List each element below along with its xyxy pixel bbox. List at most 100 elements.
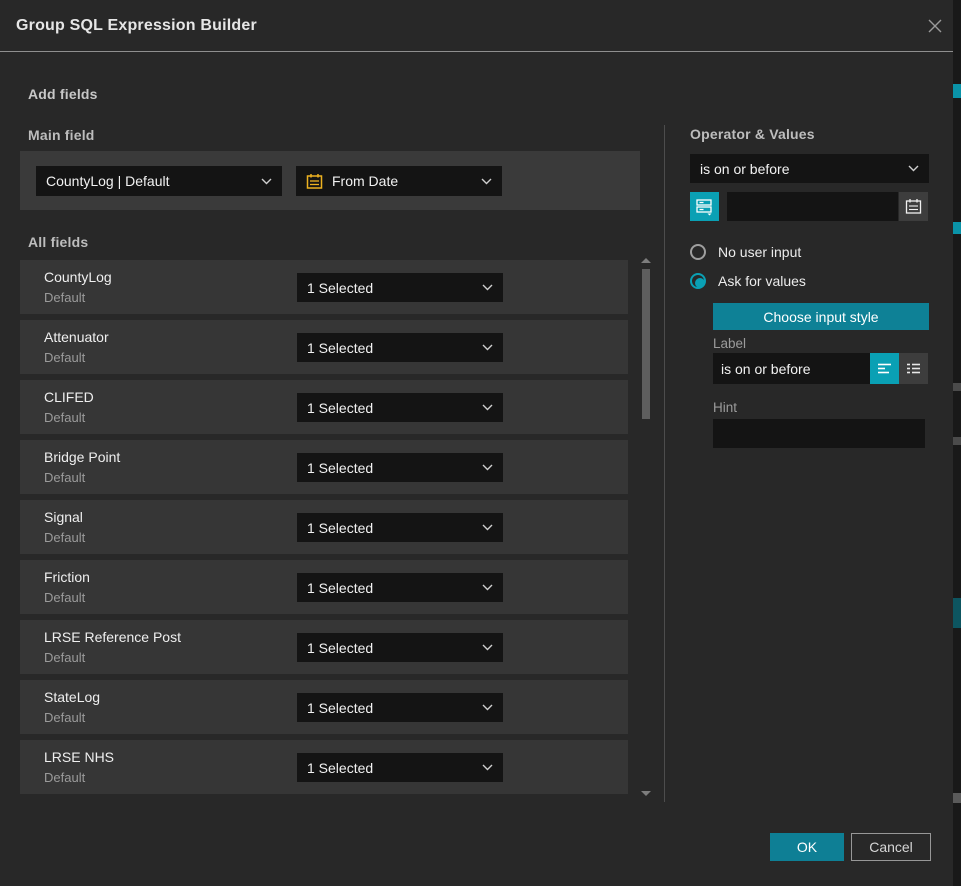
group-sql-expression-builder-dialog: Group SQL Expression Builder Add fields … bbox=[0, 0, 953, 886]
align-left-icon bbox=[876, 361, 893, 376]
field-selection-dropdown[interactable]: 1 Selected bbox=[297, 693, 503, 722]
radio-no-user-input[interactable]: No user input bbox=[690, 244, 801, 260]
calendar-icon bbox=[306, 173, 323, 190]
scrollbar-thumb[interactable] bbox=[642, 269, 650, 419]
label-caption: Label bbox=[713, 336, 746, 351]
label-input[interactable] bbox=[713, 353, 870, 384]
unique-values-button[interactable] bbox=[690, 192, 719, 221]
field-subtitle: Default bbox=[44, 650, 85, 665]
field-subtitle: Default bbox=[44, 710, 85, 725]
operator-select[interactable]: is on or before bbox=[690, 154, 929, 183]
field-selection-value: 1 Selected bbox=[307, 520, 476, 536]
scrollbar-down-arrow[interactable] bbox=[641, 791, 651, 796]
field-selection-dropdown[interactable]: 1 Selected bbox=[297, 513, 503, 542]
chevron-down-icon bbox=[482, 344, 493, 351]
field-selection-value: 1 Selected bbox=[307, 700, 476, 716]
chevron-down-icon bbox=[261, 178, 272, 185]
field-subtitle: Default bbox=[44, 290, 85, 305]
background-fragment bbox=[953, 598, 961, 628]
close-button[interactable] bbox=[924, 15, 946, 37]
radio-label: Ask for values bbox=[718, 273, 806, 289]
field-row[interactable]: Attenuator Default 1 Selected bbox=[20, 320, 628, 374]
hint-caption: Hint bbox=[713, 400, 737, 415]
field-row[interactable]: LRSE NHS Default 1 Selected bbox=[20, 740, 628, 794]
chevron-down-icon bbox=[482, 464, 493, 471]
field-selection-dropdown[interactable]: 1 Selected bbox=[297, 333, 503, 362]
cancel-button[interactable]: Cancel bbox=[851, 833, 931, 861]
scrollbar-up-arrow[interactable] bbox=[641, 258, 651, 263]
field-selection-dropdown[interactable]: 1 Selected bbox=[297, 753, 503, 782]
field-row[interactable]: Bridge Point Default 1 Selected bbox=[20, 440, 628, 494]
field-selection-value: 1 Selected bbox=[307, 640, 476, 656]
field-name: StateLog bbox=[44, 689, 100, 705]
operator-values-heading: Operator & Values bbox=[690, 126, 815, 142]
main-field-date-value: From Date bbox=[332, 173, 475, 189]
chevron-down-icon bbox=[482, 644, 493, 651]
radio-label: No user input bbox=[718, 244, 801, 260]
field-name: CLIFED bbox=[44, 389, 94, 405]
chevron-down-icon bbox=[908, 165, 919, 172]
main-field-source-value: CountyLog | Default bbox=[46, 173, 255, 189]
main-field-source-select[interactable]: CountyLog | Default bbox=[36, 166, 282, 196]
field-subtitle: Default bbox=[44, 770, 85, 785]
field-row[interactable]: CLIFED Default 1 Selected bbox=[20, 380, 628, 434]
date-value-input[interactable] bbox=[727, 192, 898, 221]
radio-ask-for-values[interactable]: Ask for values bbox=[690, 273, 806, 289]
main-field-date-select[interactable]: From Date bbox=[296, 166, 502, 196]
radio-selected-icon bbox=[690, 273, 706, 289]
operator-value: is on or before bbox=[700, 161, 902, 177]
single-line-style-button[interactable] bbox=[870, 353, 899, 384]
field-selection-dropdown[interactable]: 1 Selected bbox=[297, 453, 503, 482]
choose-input-style-button[interactable]: Choose input style bbox=[713, 303, 929, 330]
field-selection-dropdown[interactable]: 1 Selected bbox=[297, 573, 503, 602]
field-selection-dropdown[interactable]: 1 Selected bbox=[297, 273, 503, 302]
field-selection-value: 1 Selected bbox=[307, 280, 476, 296]
field-subtitle: Default bbox=[44, 530, 85, 545]
close-icon bbox=[926, 17, 944, 35]
all-fields-heading: All fields bbox=[28, 234, 88, 250]
background-app-edge bbox=[953, 0, 961, 886]
field-name: Bridge Point bbox=[44, 449, 120, 465]
chevron-down-icon bbox=[482, 524, 493, 531]
background-fragment bbox=[953, 437, 961, 445]
background-fragment bbox=[953, 383, 961, 391]
dialog-title: Group SQL Expression Builder bbox=[16, 0, 257, 52]
chevron-down-icon bbox=[481, 178, 492, 185]
chevron-down-icon bbox=[482, 704, 493, 711]
field-selection-value: 1 Selected bbox=[307, 400, 476, 416]
field-row[interactable]: LRSE Reference Post Default 1 Selected bbox=[20, 620, 628, 674]
field-selection-dropdown[interactable]: 1 Selected bbox=[297, 633, 503, 662]
date-picker-button[interactable] bbox=[899, 192, 928, 221]
field-subtitle: Default bbox=[44, 470, 85, 485]
list-style-button[interactable] bbox=[899, 353, 928, 384]
stacked-values-icon bbox=[695, 197, 714, 216]
field-selection-dropdown[interactable]: 1 Selected bbox=[297, 393, 503, 422]
field-row[interactable]: StateLog Default 1 Selected bbox=[20, 680, 628, 734]
field-subtitle: Default bbox=[44, 590, 85, 605]
main-field-heading: Main field bbox=[28, 127, 95, 143]
field-name: CountyLog bbox=[44, 269, 112, 285]
radio-circle-icon bbox=[690, 244, 706, 260]
field-row[interactable]: Friction Default 1 Selected bbox=[20, 560, 628, 614]
hint-input[interactable] bbox=[713, 419, 925, 448]
chevron-down-icon bbox=[482, 404, 493, 411]
field-row[interactable]: Signal Default 1 Selected bbox=[20, 500, 628, 554]
chevron-down-icon bbox=[482, 764, 493, 771]
field-name: Friction bbox=[44, 569, 90, 585]
field-selection-value: 1 Selected bbox=[307, 340, 476, 356]
ok-button[interactable]: OK bbox=[770, 833, 844, 861]
list-icon bbox=[905, 361, 922, 376]
field-row[interactable]: CountyLog Default 1 Selected bbox=[20, 260, 628, 314]
field-selection-value: 1 Selected bbox=[307, 580, 476, 596]
background-fragment bbox=[953, 84, 961, 98]
field-name: Signal bbox=[44, 509, 83, 525]
field-name: LRSE Reference Post bbox=[44, 629, 181, 645]
field-name: LRSE NHS bbox=[44, 749, 114, 765]
calendar-icon bbox=[905, 198, 922, 215]
background-fragment bbox=[953, 222, 961, 234]
panel-divider bbox=[664, 125, 665, 802]
dialog-titlebar: Group SQL Expression Builder bbox=[0, 0, 953, 52]
field-name: Attenuator bbox=[44, 329, 109, 345]
field-subtitle: Default bbox=[44, 350, 85, 365]
chevron-down-icon bbox=[482, 584, 493, 591]
